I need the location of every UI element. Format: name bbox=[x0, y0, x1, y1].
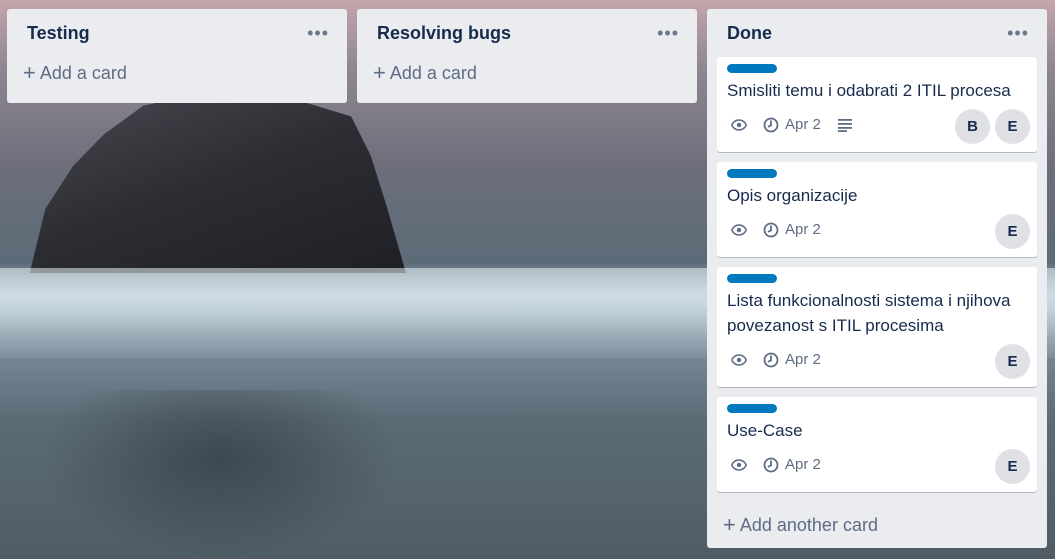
due-date-badge[interactable]: Apr 2 bbox=[763, 456, 821, 473]
card-opis-organizacije[interactable]: Opis organizacije Apr 2 E bbox=[717, 162, 1037, 257]
eye-icon bbox=[731, 353, 747, 366]
card-members: B E bbox=[950, 109, 1030, 144]
plus-icon: + bbox=[23, 60, 36, 85]
list-header: Resolving bugs ••• bbox=[357, 9, 697, 57]
list-title[interactable]: Resolving bugs bbox=[377, 23, 511, 44]
card-badges: Apr 2 bbox=[731, 351, 837, 368]
avatar[interactable]: E bbox=[995, 214, 1030, 249]
list-title[interactable]: Testing bbox=[27, 23, 90, 44]
card-title: Opis organizacije bbox=[727, 186, 858, 205]
card-badges: Apr 2 bbox=[731, 221, 837, 238]
plus-icon: + bbox=[723, 512, 736, 537]
card-badges: Apr 2 bbox=[731, 456, 837, 473]
add-card-label: Add another card bbox=[739, 514, 878, 535]
card-label[interactable] bbox=[727, 404, 777, 413]
clock-icon bbox=[763, 457, 779, 472]
eye-icon bbox=[731, 223, 747, 236]
ellipsis-icon[interactable]: ••• bbox=[1003, 22, 1033, 44]
ellipsis-icon[interactable]: ••• bbox=[303, 22, 333, 44]
plus-icon: + bbox=[373, 60, 386, 85]
ellipsis-icon[interactable]: ••• bbox=[653, 22, 683, 44]
due-date-text: Apr 2 bbox=[785, 221, 821, 238]
avatar[interactable]: E bbox=[995, 449, 1030, 484]
card-members: E bbox=[990, 214, 1030, 249]
clock-icon bbox=[763, 117, 779, 132]
avatar[interactable]: E bbox=[995, 109, 1030, 144]
card-badges: Apr 2 bbox=[731, 116, 869, 133]
background-rock bbox=[29, 95, 406, 273]
avatar[interactable]: B bbox=[955, 109, 990, 144]
due-date-text: Apr 2 bbox=[785, 351, 821, 368]
card-label[interactable] bbox=[727, 169, 777, 178]
add-another-card-button[interactable]: + Add another card bbox=[707, 507, 894, 543]
list-testing: Testing ••• + Add a card bbox=[7, 9, 347, 103]
card-smisliti-temu[interactable]: Smisliti temu i odabrati 2 ITIL procesa … bbox=[717, 57, 1037, 152]
description-icon bbox=[837, 118, 853, 132]
add-card-label: Add a card bbox=[389, 62, 477, 83]
eye-icon bbox=[731, 458, 747, 471]
due-date-badge[interactable]: Apr 2 bbox=[763, 116, 821, 133]
add-card-label: Add a card bbox=[39, 62, 127, 83]
list-done: Done ••• Smisliti temu i odabrati 2 ITIL… bbox=[707, 9, 1047, 548]
card-label[interactable] bbox=[727, 64, 777, 73]
due-date-text: Apr 2 bbox=[785, 456, 821, 473]
add-card-button[interactable]: + Add a card bbox=[7, 55, 347, 91]
add-card-button[interactable]: + Add a card bbox=[357, 55, 697, 91]
card-label[interactable] bbox=[727, 274, 777, 283]
card-members: E bbox=[990, 449, 1030, 484]
card-title: Use-Case bbox=[727, 421, 803, 440]
card-members: E bbox=[990, 344, 1030, 379]
card-title: Lista funkcionalnosti sistema i njihova … bbox=[727, 291, 1011, 335]
due-date-text: Apr 2 bbox=[785, 116, 821, 133]
card-use-case[interactable]: Use-Case Apr 2 E bbox=[717, 397, 1037, 492]
card-lista-funkcionalnosti[interactable]: Lista funkcionalnosti sistema i njihova … bbox=[717, 267, 1037, 387]
avatar[interactable]: E bbox=[995, 344, 1030, 379]
list-header: Done ••• bbox=[707, 9, 1047, 57]
due-date-badge[interactable]: Apr 2 bbox=[763, 351, 821, 368]
list-title[interactable]: Done bbox=[727, 23, 772, 44]
due-date-badge[interactable]: Apr 2 bbox=[763, 221, 821, 238]
eye-icon bbox=[731, 118, 747, 131]
list-resolving-bugs: Resolving bugs ••• + Add a card bbox=[357, 9, 697, 103]
list-header: Testing ••• bbox=[7, 9, 347, 57]
card-title: Smisliti temu i odabrati 2 ITIL procesa bbox=[727, 81, 1011, 100]
background-reflection bbox=[40, 390, 400, 559]
clock-icon bbox=[763, 352, 779, 367]
clock-icon bbox=[763, 222, 779, 237]
